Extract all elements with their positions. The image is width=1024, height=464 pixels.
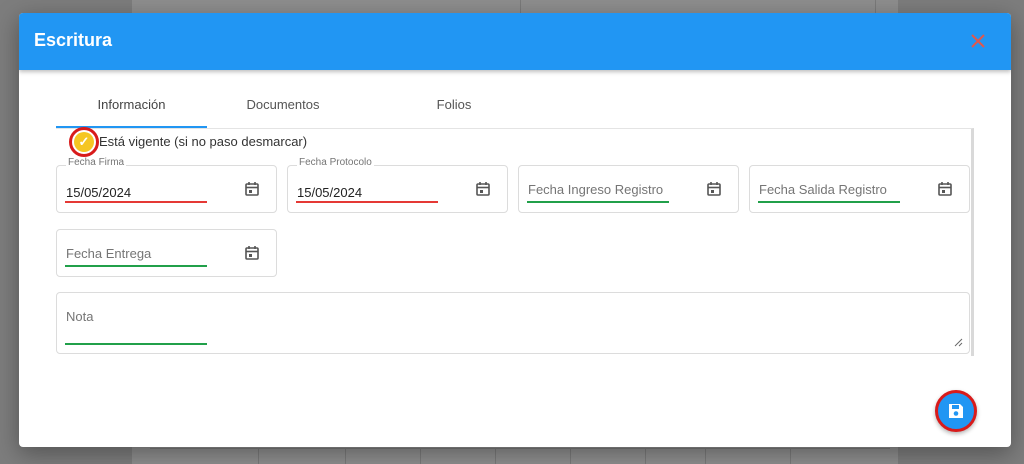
nota-placeholder[interactable]: Nota (66, 309, 93, 324)
fecha-protocolo-value[interactable]: 15/05/2024 (297, 185, 362, 200)
fecha-protocolo-label: Fecha Protocolo (297, 157, 374, 168)
field-underline (527, 201, 669, 203)
calendar-icon[interactable] (937, 181, 953, 197)
fecha-salida-registro-placeholder[interactable]: Fecha Salida Registro (759, 182, 887, 197)
tab-informacion[interactable]: Información (56, 93, 207, 129)
tab-folios[interactable]: Folios (414, 93, 494, 129)
vigente-checkbox[interactable]: ✓ (69, 127, 99, 157)
vigente-label: Está vigente (si no paso desmarcar) (99, 134, 308, 149)
background-table-cell (705, 448, 706, 464)
floppy-disk-icon (949, 404, 963, 418)
fecha-ingreso-registro-field[interactable]: Fecha Ingreso Registro (518, 165, 739, 213)
dialog-title: Escritura (34, 30, 113, 50)
check-icon: ✓ (74, 132, 94, 152)
field-underline (758, 201, 900, 203)
field-underline (65, 201, 207, 203)
resize-handle-icon[interactable] (953, 337, 963, 347)
calendar-icon[interactable] (244, 181, 260, 197)
field-underline (65, 343, 207, 345)
close-button[interactable] (967, 30, 989, 52)
calendar-icon[interactable] (706, 181, 722, 197)
background-table-cell (495, 448, 496, 464)
background-table-cell (570, 448, 571, 464)
fecha-firma-label: Fecha Firma (66, 157, 127, 168)
fecha-entrega-field[interactable]: Fecha Entrega (56, 229, 277, 277)
background-table-cell (790, 448, 791, 464)
dialog-header: Escritura (19, 13, 1011, 70)
fecha-firma-value[interactable]: 15/05/2024 (66, 185, 131, 200)
field-underline (65, 265, 207, 267)
background-table-cell (345, 448, 346, 464)
fecha-entrega-placeholder[interactable]: Fecha Entrega (66, 246, 151, 261)
tab-documentos[interactable]: Documentos (228, 93, 338, 129)
save-button[interactable] (935, 390, 977, 432)
field-underline (296, 201, 438, 203)
nota-textarea[interactable]: Nota (56, 292, 970, 354)
escritura-dialog: Escritura Información Documentos Folios … (19, 13, 1011, 447)
fecha-firma-field[interactable]: Fecha Firma 15/05/2024 (56, 157, 277, 213)
fecha-salida-registro-field[interactable]: Fecha Salida Registro (749, 165, 970, 213)
background-table-cell (645, 448, 646, 464)
fecha-protocolo-field[interactable]: Fecha Protocolo 15/05/2024 (287, 157, 508, 213)
background-table-cell (258, 448, 259, 464)
calendar-icon[interactable] (244, 245, 260, 261)
fecha-ingreso-registro-placeholder[interactable]: Fecha Ingreso Registro (528, 182, 663, 197)
background-table-row (150, 448, 890, 464)
background-table-cell (420, 448, 421, 464)
calendar-icon[interactable] (475, 181, 491, 197)
informacion-panel: ✓ Está vigente (si no paso desmarcar) Fe… (56, 127, 974, 356)
close-icon (971, 34, 985, 48)
